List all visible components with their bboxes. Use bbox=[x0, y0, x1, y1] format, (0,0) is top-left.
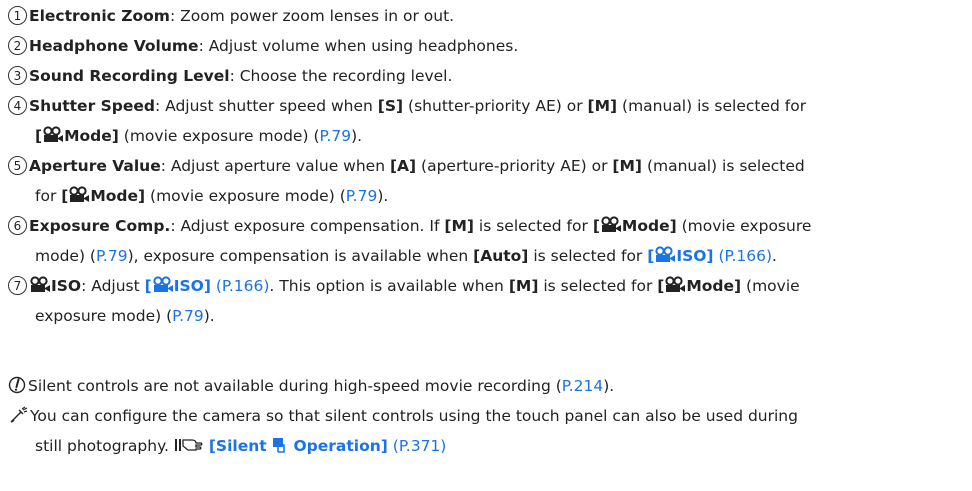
caution-note: Silent controls are not available during… bbox=[8, 371, 963, 401]
item-desc: : Adjust volume when using headphones. bbox=[198, 37, 519, 55]
page-link[interactable]: P.79 bbox=[172, 307, 204, 325]
silent-operation-link[interactable]: [Silent Operation] bbox=[209, 437, 388, 455]
list-item: 4 Shutter Speed: Adjust shutter speed whe… bbox=[8, 91, 963, 151]
page-link[interactable]: P.79 bbox=[96, 247, 128, 265]
item-title: Exposure Comp. bbox=[29, 217, 171, 235]
page-link[interactable]: P.214 bbox=[562, 377, 603, 395]
item-title: ISO bbox=[51, 277, 82, 295]
item-desc: : Choose the recording level. bbox=[229, 67, 453, 85]
item-title: Headphone Volume bbox=[29, 37, 199, 55]
list-item: 5 Aperture Value: Adjust aperture value w… bbox=[8, 151, 963, 211]
tip-icon bbox=[10, 406, 28, 423]
movie-icon bbox=[29, 276, 51, 294]
circled-number: 5 bbox=[8, 156, 27, 175]
caution-icon bbox=[8, 376, 26, 394]
page-link[interactable]: P.79 bbox=[346, 187, 378, 205]
movie-icon bbox=[152, 276, 174, 294]
iso-link[interactable]: [ISO] bbox=[145, 277, 211, 295]
page-link[interactable]: (P.166) bbox=[718, 247, 772, 265]
movie-icon bbox=[654, 246, 676, 264]
circled-number: 2 bbox=[8, 36, 27, 55]
list-item: 7 ISO: Adjust [ISO] (P.166). This option … bbox=[8, 271, 963, 331]
manual-page: 1 Electronic Zoom: Zoom power zoom lenses… bbox=[0, 0, 972, 491]
page-link[interactable]: (P.371) bbox=[393, 437, 447, 455]
list-item: 1 Electronic Zoom: Zoom power zoom lenses… bbox=[8, 1, 963, 31]
list-item: 3 Sound Recording Level: Choose the recor… bbox=[8, 61, 963, 91]
movie-icon bbox=[68, 186, 90, 204]
list-item: 6 Exposure Comp.: Adjust exposure compens… bbox=[8, 211, 963, 271]
item-title: Sound Recording Level bbox=[29, 67, 230, 85]
movie-icon bbox=[600, 216, 622, 234]
reference-icon bbox=[174, 439, 203, 451]
list-item: 2 Headphone Volume: Adjust volume when us… bbox=[8, 31, 963, 61]
touch-icon bbox=[273, 438, 285, 453]
tip-note: You can configure the camera so that sil… bbox=[8, 401, 963, 461]
page-link[interactable]: (P.166) bbox=[216, 277, 270, 295]
item-desc: : Zoom power zoom lenses in or out. bbox=[169, 7, 455, 25]
circled-number: 3 bbox=[8, 66, 27, 85]
circled-number: 4 bbox=[8, 96, 27, 115]
iso-link[interactable]: [ISO] bbox=[647, 246, 714, 265]
item-title: Aperture Value bbox=[29, 157, 161, 175]
movie-icon bbox=[42, 126, 64, 144]
item-title: Shutter Speed bbox=[29, 97, 155, 115]
circled-number: 1 bbox=[8, 6, 27, 25]
page-link[interactable]: P.79 bbox=[320, 127, 352, 145]
circled-number: 7 bbox=[8, 276, 27, 295]
item-title: Electronic Zoom bbox=[29, 7, 170, 25]
movie-icon bbox=[664, 276, 686, 294]
circled-number: 6 bbox=[8, 216, 27, 235]
